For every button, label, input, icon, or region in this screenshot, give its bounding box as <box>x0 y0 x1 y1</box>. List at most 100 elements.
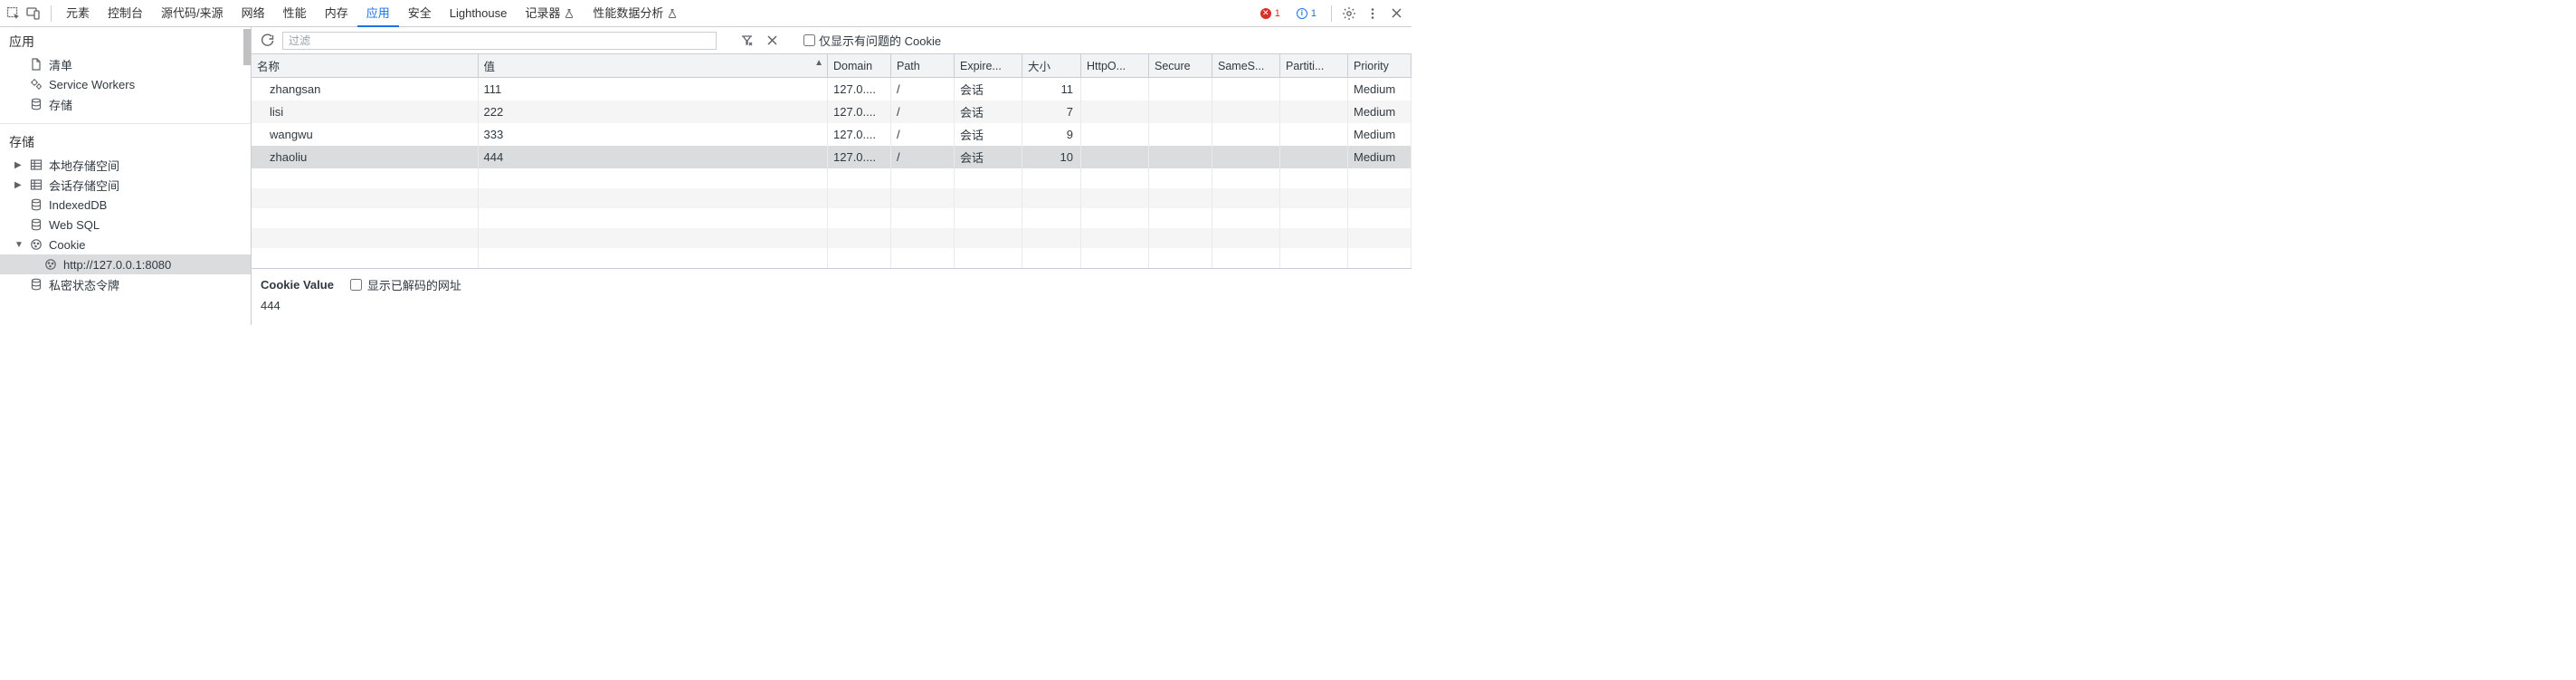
cell-value: 111 <box>478 78 828 101</box>
col-partition[interactable]: Partiti... <box>1280 54 1348 78</box>
col-size[interactable]: 大小 <box>1022 54 1081 78</box>
close-icon[interactable] <box>1386 7 1406 19</box>
sidebar-item-indexeddb[interactable]: IndexedDB <box>0 195 251 215</box>
expand-icon[interactable]: ▶ <box>14 180 24 190</box>
cookie-icon <box>29 237 43 252</box>
tab-recorder-label: 记录器 <box>525 0 560 27</box>
show-decoded-checkbox-input[interactable] <box>350 279 362 291</box>
col-secure[interactable]: Secure <box>1149 54 1212 78</box>
sidebar-item-service-workers[interactable]: Service Workers <box>0 74 251 94</box>
collapse-icon[interactable]: ▼ <box>14 240 24 250</box>
sidebar-separator <box>0 123 251 124</box>
database-icon <box>29 97 43 111</box>
application-sidebar: 应用 清单 Service Workers 存储 存储 ▶ <box>0 27 252 325</box>
cell-path: / <box>891 123 955 146</box>
cell-priority: Medium <box>1348 101 1412 123</box>
expand-icon[interactable]: ▶ <box>14 160 24 170</box>
device-toolbar-icon[interactable] <box>25 5 42 22</box>
cell-domain: 127.0.... <box>828 123 891 146</box>
tab-performance[interactable]: 性能 <box>274 0 316 27</box>
sidebar-item-websql[interactable]: Web SQL <box>0 215 251 235</box>
cell-expires: 会话 <box>955 78 1022 101</box>
cell-httponly <box>1081 78 1149 101</box>
only-issues-checkbox[interactable]: 仅显示有问题的 Cookie <box>803 32 941 49</box>
cell-expires: 会话 <box>955 101 1022 123</box>
col-expires[interactable]: Expire... <box>955 54 1022 78</box>
sidebar-item-cookie-origin[interactable]: http://127.0.0.1:8080 <box>0 254 251 274</box>
show-decoded-checkbox[interactable]: 显示已解码的网址 <box>350 276 461 293</box>
cell-httponly <box>1081 123 1149 146</box>
scrollbar-thumb[interactable] <box>243 29 251 65</box>
table-row[interactable]: lisi222127.0..../会话7Medium <box>252 101 1412 123</box>
tab-sources[interactable]: 源代码/来源 <box>152 0 233 27</box>
cell-samesite <box>1212 101 1280 123</box>
tab-perf-insights[interactable]: 性能数据分析 <box>584 0 687 27</box>
sort-asc-icon: ▲ <box>814 58 823 68</box>
tab-perf-insights-label: 性能数据分析 <box>593 0 663 27</box>
settings-icon[interactable] <box>1339 6 1359 21</box>
table-row[interactable]: zhaoliu444127.0..../会话10Medium <box>252 146 1412 168</box>
info-count-value: 1 <box>1311 8 1317 19</box>
col-domain[interactable]: Domain <box>828 54 891 78</box>
col-httponly[interactable]: HttpO... <box>1081 54 1149 78</box>
cell-secure <box>1149 123 1212 146</box>
cell-domain: 127.0.... <box>828 146 891 168</box>
clear-filter-icon[interactable] <box>737 31 756 51</box>
cookie-toolbar: 仅显示有问题的 Cookie <box>252 27 1412 54</box>
cell-size: 10 <box>1022 146 1081 168</box>
show-decoded-label: 显示已解码的网址 <box>367 276 461 293</box>
cell-path: / <box>891 101 955 123</box>
database-icon <box>29 217 43 232</box>
table-row-empty <box>252 168 1412 188</box>
divider <box>1331 5 1332 22</box>
sidebar-item-local-storage[interactable]: ▶ 本地存储空间 <box>0 155 251 175</box>
info-count[interactable]: i 1 <box>1291 5 1322 22</box>
sidebar-item-storage[interactable]: 存储 <box>0 94 251 114</box>
sidebar-item-private-tokens[interactable]: 私密状态令牌 <box>0 274 251 294</box>
table-row[interactable]: wangwu333127.0..../会话9Medium <box>252 123 1412 146</box>
clear-all-icon[interactable] <box>762 31 782 51</box>
sidebar-item-manifest[interactable]: 清单 <box>0 54 251 74</box>
tab-application[interactable]: 应用 <box>357 0 399 27</box>
filter-input[interactable] <box>282 32 717 50</box>
col-priority[interactable]: Priority <box>1348 54 1412 78</box>
tab-lighthouse[interactable]: Lighthouse <box>441 0 517 27</box>
col-samesite[interactable]: SameS... <box>1212 54 1280 78</box>
cell-partition <box>1280 101 1348 123</box>
tab-recorder[interactable]: 记录器 <box>516 0 584 27</box>
inspect-icon[interactable] <box>5 5 22 22</box>
cell-expires: 会话 <box>955 146 1022 168</box>
table-row-empty <box>252 188 1412 208</box>
tab-memory[interactable]: 内存 <box>316 0 357 27</box>
flask-icon <box>667 8 678 19</box>
refresh-button[interactable] <box>257 31 277 51</box>
cell-path: / <box>891 146 955 168</box>
cell-partition <box>1280 78 1348 101</box>
tab-elements[interactable]: 元素 <box>57 0 99 27</box>
tab-console[interactable]: 控制台 <box>99 0 152 27</box>
col-path[interactable]: Path <box>891 54 955 78</box>
cell-domain: 127.0.... <box>828 78 891 101</box>
only-issues-checkbox-input[interactable] <box>803 34 815 46</box>
cell-httponly <box>1081 146 1149 168</box>
sidebar-item-cookie[interactable]: ▼ Cookie <box>0 235 251 254</box>
cell-priority: Medium <box>1348 123 1412 146</box>
tab-network[interactable]: 网络 <box>233 0 274 27</box>
tab-security[interactable]: 安全 <box>399 0 441 27</box>
cell-size: 7 <box>1022 101 1081 123</box>
cell-expires: 会话 <box>955 123 1022 146</box>
col-value[interactable]: 值▲ <box>478 54 828 78</box>
col-name[interactable]: 名称 <box>252 54 478 78</box>
table-header: 名称 值▲ Domain Path Expire... 大小 HttpO... … <box>252 54 1412 78</box>
sidebar-item-session-storage[interactable]: ▶ 会话存储空间 <box>0 175 251 195</box>
cell-name: zhangsan <box>252 78 478 101</box>
cell-value: 222 <box>478 101 828 123</box>
table-icon <box>29 177 43 192</box>
devtools-tabbar: 元素 控制台 源代码/来源 网络 性能 内存 应用 安全 Lighthouse … <box>0 0 1412 27</box>
error-count[interactable]: ✕ 1 <box>1255 5 1286 22</box>
sidebar-item-label: 会话存储空间 <box>49 177 119 194</box>
table-row[interactable]: zhangsan111127.0..../会话11Medium <box>252 78 1412 101</box>
cookie-detail-panel: Cookie Value 显示已解码的网址 444 <box>252 269 1412 325</box>
kebab-menu-icon[interactable] <box>1363 7 1383 20</box>
sidebar-item-label: Cookie <box>49 238 85 252</box>
